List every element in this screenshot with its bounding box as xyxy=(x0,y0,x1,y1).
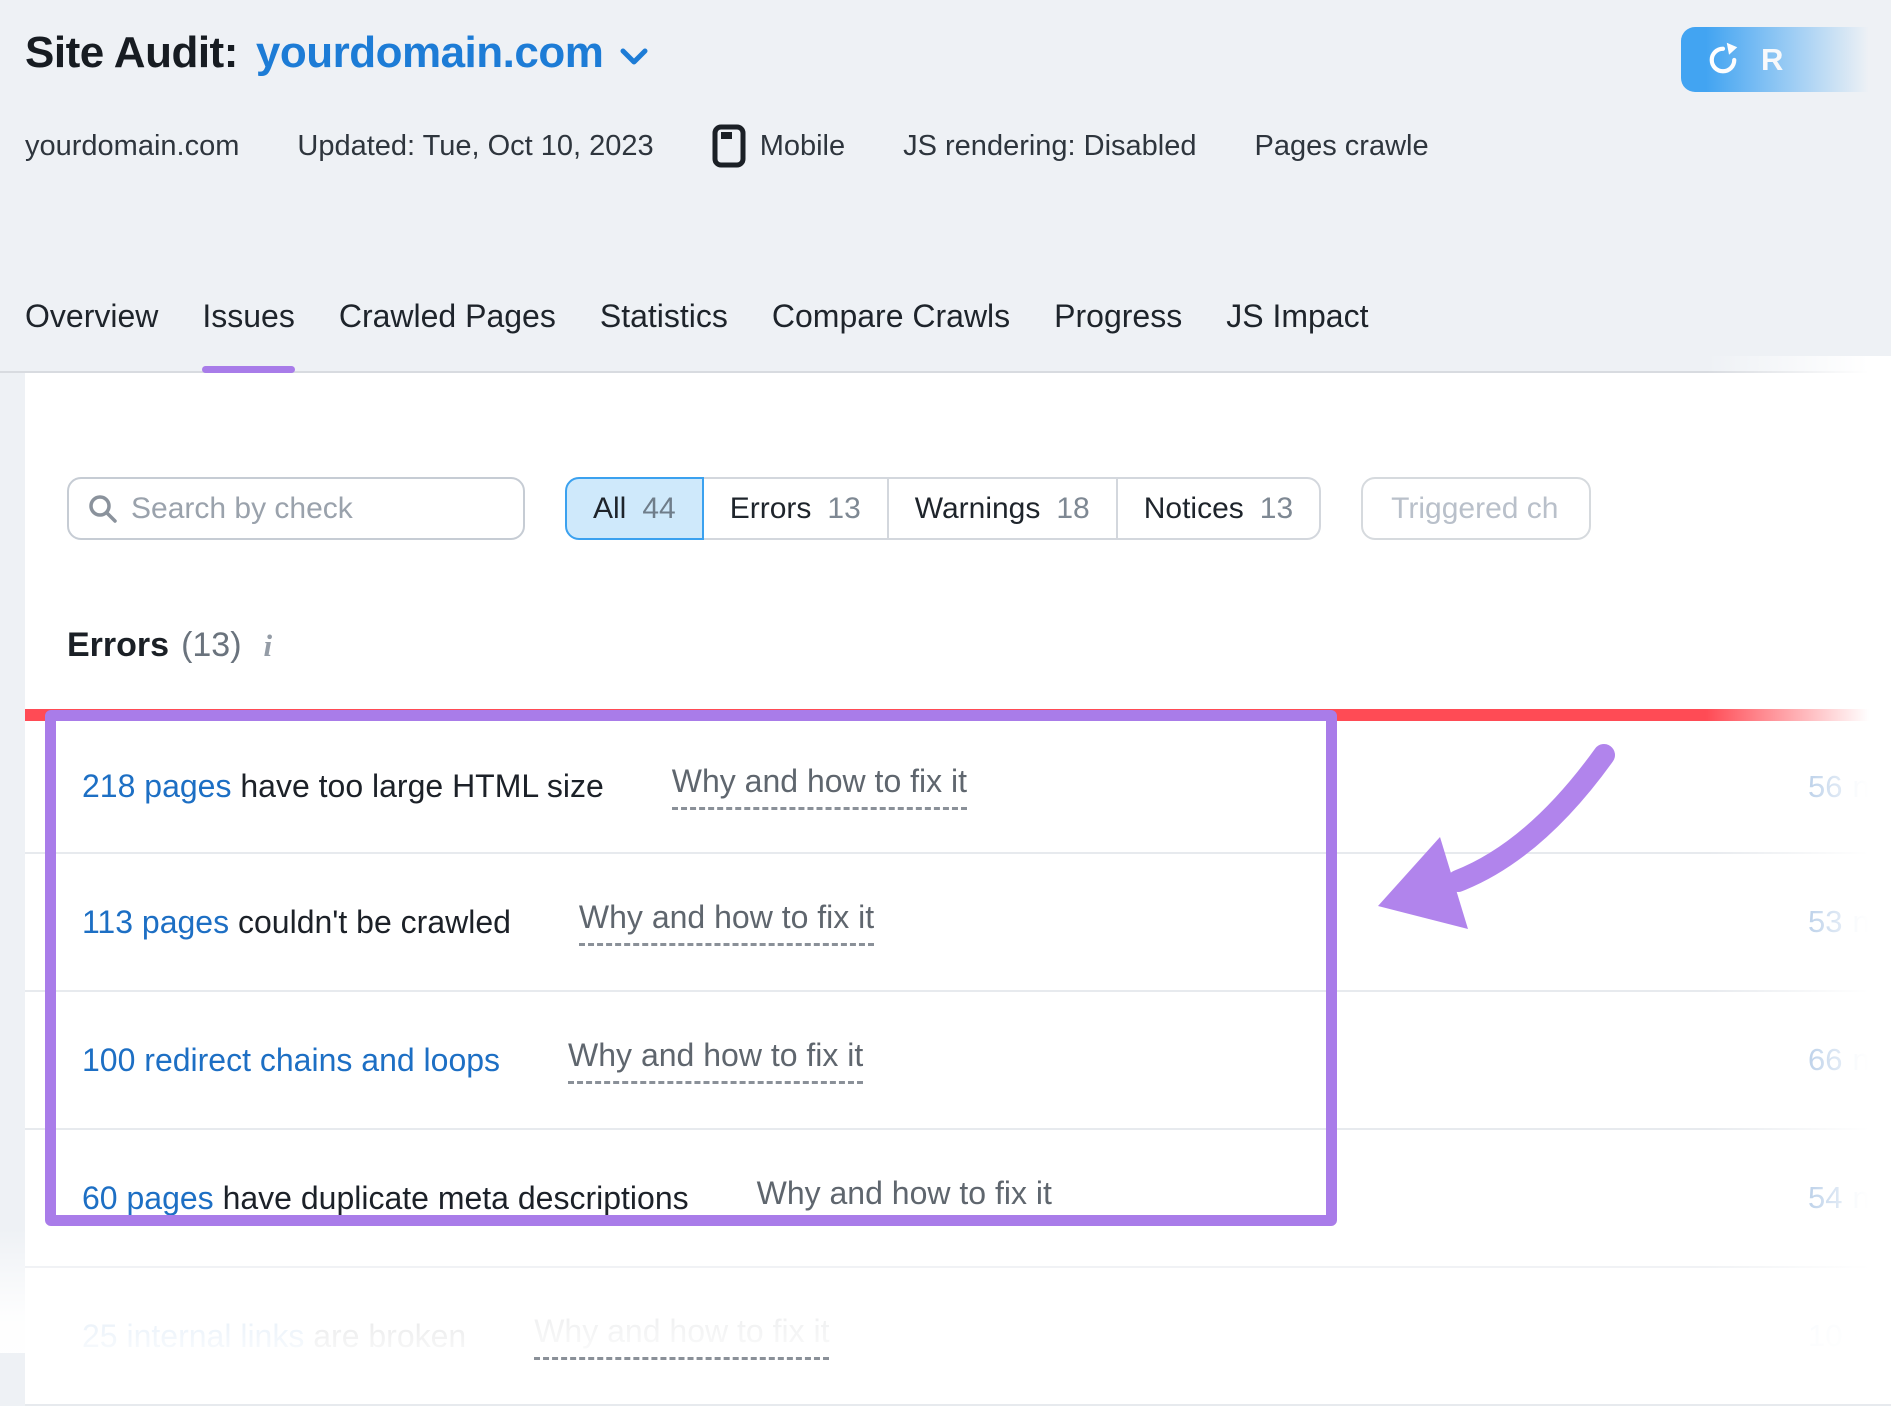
rerun-button-label: R xyxy=(1761,42,1783,78)
errors-section-title: Errors xyxy=(67,626,169,665)
tab-progress[interactable]: Progress xyxy=(1054,298,1182,371)
meta-device-label: Mobile xyxy=(760,130,845,163)
issue-row-redirect-chains: 100 redirect chains and loops Why and ho… xyxy=(25,992,1891,1130)
tab-issues[interactable]: Issues xyxy=(202,298,294,371)
filter-notices[interactable]: Notices 13 xyxy=(1116,477,1321,540)
issue-pages-link[interactable]: 60 pages xyxy=(82,1180,214,1217)
info-icon[interactable]: i xyxy=(264,628,273,664)
new-count: 66ne xyxy=(1808,1042,1891,1078)
meta-pages-crawled: Pages crawle xyxy=(1255,130,1429,163)
issue-row-not-crawled: 113 pages couldn't be crawled Why and ho… xyxy=(25,854,1891,992)
why-how-to-fix-link[interactable]: Why and how to fix it xyxy=(534,1313,829,1360)
new-count: 56ne xyxy=(1808,769,1891,805)
new-count: 10ne xyxy=(1808,1318,1891,1354)
issue-pages-link[interactable]: 25 internal links xyxy=(82,1318,304,1355)
triggered-checks-filter[interactable]: Triggered ch xyxy=(1361,477,1591,540)
tab-compare-crawls[interactable]: Compare Crawls xyxy=(772,298,1010,371)
issue-pages-link[interactable]: 100 redirect chains and loops xyxy=(82,1042,500,1079)
meta-js-rendering: JS rendering: Disabled xyxy=(903,130,1196,163)
why-how-to-fix-link[interactable]: Why and how to fix it xyxy=(568,1037,863,1084)
filter-all[interactable]: All 44 xyxy=(565,477,704,540)
why-how-to-fix-link[interactable]: Why and how to fix it xyxy=(757,1175,1052,1222)
filter-errors[interactable]: Errors 13 xyxy=(702,477,889,540)
issue-row-html-size: 218 pages have too large HTML size Why a… xyxy=(25,721,1891,854)
refresh-icon xyxy=(1705,42,1741,78)
meta-updated: Updated: Tue, Oct 10, 2023 xyxy=(297,130,653,163)
selected-domain[interactable]: yourdomain.com xyxy=(256,28,604,78)
tab-statistics[interactable]: Statistics xyxy=(600,298,728,371)
errors-section-count: (13) xyxy=(181,626,241,665)
campaign-meta-row: yourdomain.com Updated: Tue, Oct 10, 202… xyxy=(25,124,1891,168)
issues-panel: All 44 Errors 13 Warnings 18 Notices 13 … xyxy=(25,373,1891,1406)
issue-row-duplicate-meta: 60 pages have duplicate meta description… xyxy=(25,1130,1891,1268)
tab-js-impact[interactable]: JS Impact xyxy=(1226,298,1368,371)
search-icon xyxy=(87,493,119,530)
why-how-to-fix-link[interactable]: Why and how to fix it xyxy=(672,763,967,810)
search-box xyxy=(67,477,525,540)
meta-domain: yourdomain.com xyxy=(25,130,239,163)
filter-warnings[interactable]: Warnings 18 xyxy=(887,477,1118,540)
issue-pages-link[interactable]: 218 pages xyxy=(82,768,231,805)
main-tab-bar: Overview Issues Crawled Pages Statistics… xyxy=(0,298,1891,373)
chevron-down-icon xyxy=(619,47,649,67)
active-tab-underline xyxy=(202,366,294,373)
new-count: 54ne xyxy=(1808,1180,1891,1216)
page-title: Site Audit: xyxy=(25,28,238,78)
why-how-to-fix-link[interactable]: Why and how to fix it xyxy=(579,899,874,946)
rerun-campaign-button[interactable]: R xyxy=(1681,27,1891,92)
errors-list: 218 pages have too large HTML size Why a… xyxy=(25,721,1891,1406)
severity-filter: All 44 Errors 13 Warnings 18 Notices 13 xyxy=(565,477,1321,540)
tab-overview[interactable]: Overview xyxy=(25,298,158,371)
mobile-phone-icon xyxy=(712,124,746,168)
new-count: 53ne xyxy=(1808,904,1891,940)
tab-crawled-pages[interactable]: Crawled Pages xyxy=(339,298,556,371)
issues-toolbar: All 44 Errors 13 Warnings 18 Notices 13 … xyxy=(25,373,1891,540)
page-header: Site Audit: yourdomain.com R yourdomain.… xyxy=(0,0,1891,168)
domain-selector[interactable]: yourdomain.com xyxy=(256,28,650,78)
search-input[interactable] xyxy=(67,477,525,540)
errors-section-header: Errors (13) i xyxy=(25,626,1891,665)
meta-device: Mobile xyxy=(712,124,845,168)
errors-severity-bar xyxy=(25,709,1891,721)
issue-pages-link[interactable]: 113 pages xyxy=(82,904,229,941)
issue-row-broken-links: 25 internal links are broken Why and how… xyxy=(25,1268,1891,1406)
